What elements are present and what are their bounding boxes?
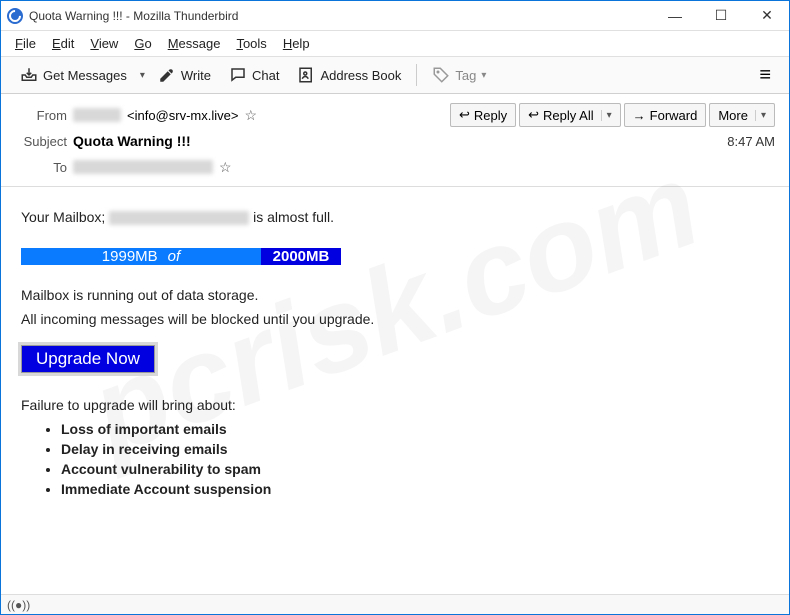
more-caret[interactable]: ▾ (755, 110, 766, 121)
menu-help[interactable]: Help (279, 34, 314, 53)
address-book-icon (297, 66, 315, 84)
failure-heading: Failure to upgrade will bring about: (21, 397, 769, 413)
chat-label: Chat (252, 68, 279, 83)
chat-button[interactable]: Chat (220, 61, 288, 89)
menu-message[interactable]: Message (164, 34, 225, 53)
address-book-label: Address Book (320, 68, 401, 83)
get-messages-label: Get Messages (43, 68, 127, 83)
more-button[interactable]: More ▾ (709, 103, 775, 127)
failure-item: Account vulnerability to spam (61, 461, 769, 477)
star-recipient-button[interactable]: ☆ (219, 159, 232, 176)
app-menu-button[interactable]: ≡ (751, 62, 779, 89)
from-name-redacted (73, 108, 121, 122)
menubar: File Edit View Go Message Tools Help (1, 31, 789, 56)
forward-label: Forward (650, 108, 698, 123)
get-messages-button[interactable]: Get Messages (11, 61, 136, 89)
failure-item: Loss of important emails (61, 421, 769, 437)
quota-bar: 1999MB of 2000MB (21, 241, 341, 271)
tag-label: Tag (455, 68, 476, 83)
write-label: Write (181, 68, 211, 83)
warn-line-1: Mailbox is running out of data storage. (21, 287, 769, 303)
write-button[interactable]: Write (149, 61, 220, 89)
forward-button[interactable]: → Forward (624, 103, 707, 127)
reply-arrow-icon: ↩ (459, 107, 470, 123)
thunderbird-icon (7, 8, 23, 24)
menu-edit[interactable]: Edit (48, 34, 78, 53)
titlebar: Quota Warning !!! - Mozilla Thunderbird … (1, 1, 789, 31)
reply-button[interactable]: ↩ Reply (450, 103, 516, 127)
upgrade-now-button[interactable]: Upgrade Now (21, 345, 155, 373)
intro-prefix: Your Mailbox; (21, 209, 109, 225)
to-label: To (15, 160, 67, 175)
message-body: Your Mailbox; is almost full. 1999MB of … (1, 187, 789, 515)
window-title: Quota Warning !!! - Mozilla Thunderbird (29, 9, 238, 23)
from-email: <info@srv-mx.live> (127, 108, 238, 123)
warn-line-2: All incoming messages will be blocked un… (21, 311, 769, 327)
failure-list: Loss of important emails Delay in receiv… (61, 421, 769, 497)
intro-line: Your Mailbox; is almost full. (21, 209, 769, 225)
tag-button[interactable]: Tag ▾ (423, 61, 495, 89)
reply-all-arrow-icon: ↩ (528, 107, 539, 123)
statusbar: ((●)) (1, 594, 789, 614)
address-book-button[interactable]: Address Book (288, 61, 410, 89)
toolbar-separator (416, 64, 417, 86)
failure-item: Delay in receiving emails (61, 441, 769, 457)
failure-item: Immediate Account suspension (61, 481, 769, 497)
more-label: More (718, 108, 748, 123)
quota-of: of (168, 248, 181, 265)
subject-label: Subject (15, 134, 67, 149)
maximize-button[interactable]: ☐ (707, 6, 735, 26)
menu-view[interactable]: View (86, 34, 122, 53)
from-label: From (15, 108, 67, 123)
quota-used: 1999MB of (21, 248, 261, 265)
activity-indicator-icon: ((●)) (7, 598, 30, 612)
tag-icon (432, 66, 450, 84)
reply-label: Reply (474, 108, 507, 123)
mailbox-redacted (109, 211, 249, 225)
message-header: From <info@srv-mx.live> ☆ ↩ Reply ↩ Repl… (1, 94, 789, 187)
forward-arrow-icon: → (633, 108, 646, 123)
get-messages-caret[interactable]: ▾ (136, 70, 149, 81)
quota-used-value: 1999MB (102, 248, 158, 265)
toolbar: Get Messages ▾ Write Chat Address Book T… (1, 56, 789, 94)
reply-all-label: Reply All (543, 108, 594, 123)
reply-all-button[interactable]: ↩ Reply All ▾ (519, 103, 621, 127)
chat-icon (229, 66, 247, 84)
close-button[interactable]: ✕ (753, 6, 781, 26)
intro-suffix: is almost full. (253, 209, 334, 225)
subject-text: Quota Warning !!! (73, 133, 191, 149)
to-redacted (73, 160, 213, 174)
menu-tools[interactable]: Tools (232, 34, 270, 53)
minimize-button[interactable]: — (661, 6, 689, 26)
menu-file[interactable]: File (11, 34, 40, 53)
quota-total: 2000MB (261, 248, 341, 265)
star-contact-button[interactable]: ☆ (244, 107, 257, 124)
menu-go[interactable]: Go (130, 34, 155, 53)
message-time: 8:47 AM (727, 134, 775, 149)
inbox-icon (20, 66, 38, 84)
reply-all-caret[interactable]: ▾ (601, 110, 612, 121)
pencil-icon (158, 66, 176, 84)
